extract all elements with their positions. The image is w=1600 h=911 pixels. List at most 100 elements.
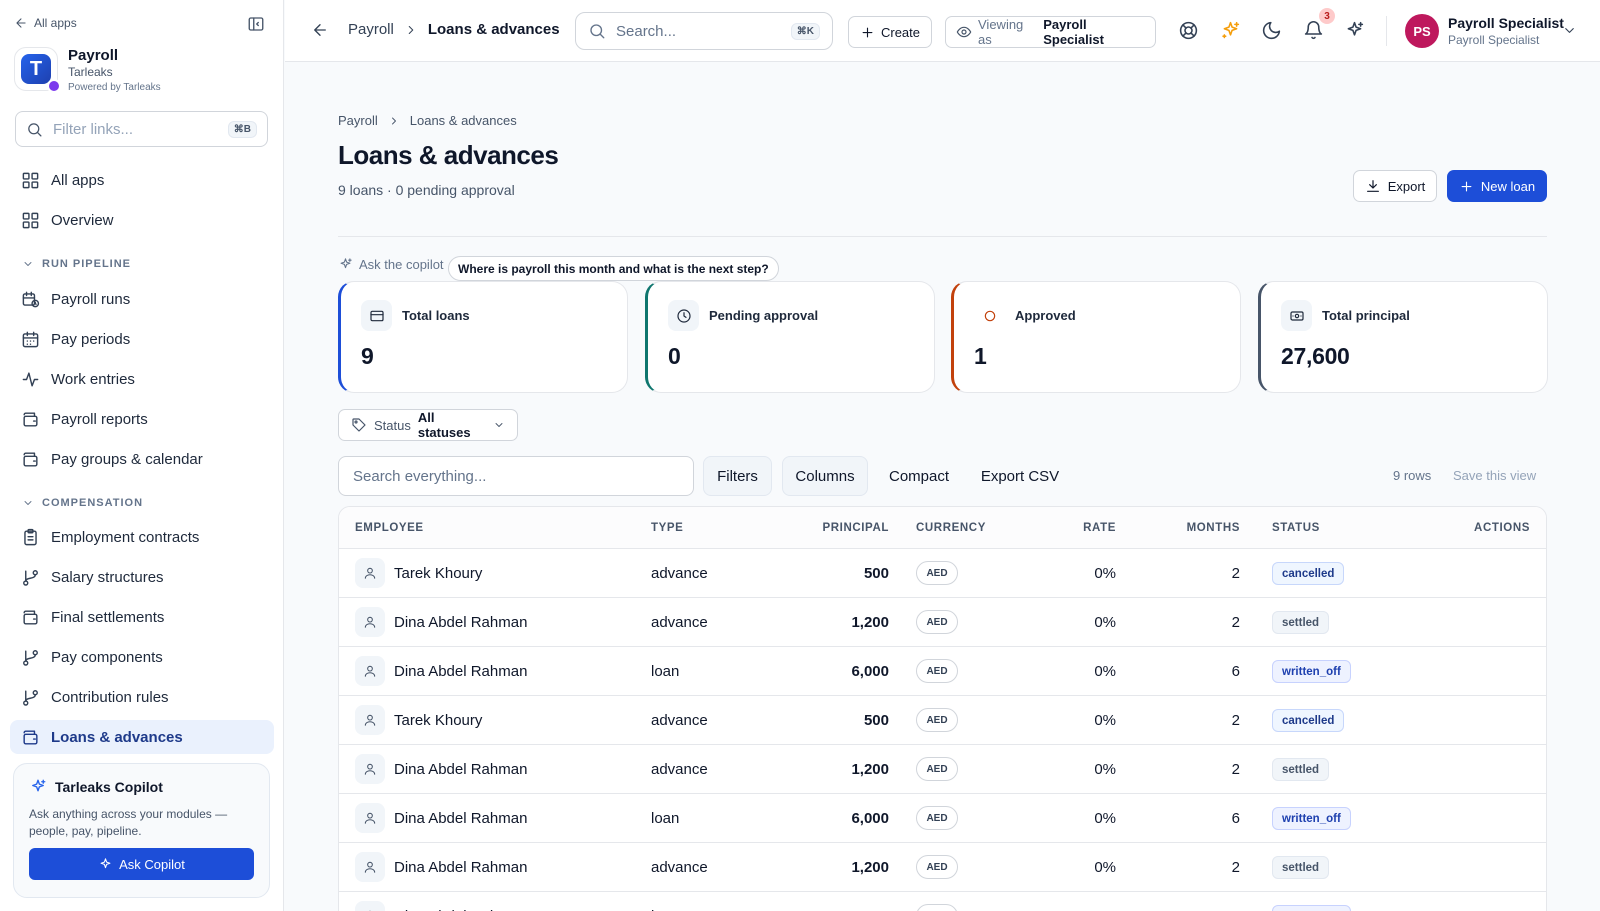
global-search-input[interactable]: Search... ⌘K bbox=[575, 12, 833, 50]
user-name: Payroll Specialist bbox=[1448, 15, 1564, 31]
cell-months: 2 bbox=[1231, 712, 1240, 729]
column-header-type[interactable]: TYPE bbox=[651, 522, 683, 534]
plus-icon bbox=[1459, 179, 1474, 194]
sidebar-item-overview[interactable]: Overview bbox=[10, 203, 274, 237]
new-loan-button[interactable]: New loan bbox=[1447, 170, 1547, 202]
copilot-suggestion-chip[interactable]: Where is payroll this month and what is … bbox=[448, 256, 779, 281]
sidebar-item-pay-periods[interactable]: Pay periods bbox=[10, 322, 274, 356]
sidebar-item-payroll-runs[interactable]: Payroll runs bbox=[10, 282, 274, 316]
chevron-down-icon bbox=[491, 419, 505, 431]
export-button[interactable]: Export bbox=[1353, 170, 1437, 202]
page-breadcrumb: Payroll Loans & advances bbox=[338, 113, 517, 128]
global-search-shortcut: ⌘K bbox=[790, 22, 820, 40]
filter-shortcut: ⌘B bbox=[227, 120, 257, 138]
highlights-button[interactable] bbox=[1220, 20, 1241, 41]
cell-employee[interactable]: Tarek Khoury bbox=[394, 565, 482, 582]
filter-links-placeholder: Filter links... bbox=[53, 120, 134, 138]
sidebar-item-salary-structures[interactable]: Salary structures bbox=[10, 560, 274, 594]
cell-type: advance bbox=[651, 761, 708, 778]
section-compensation[interactable]: COMPENSATION bbox=[22, 497, 143, 509]
brand-initial: T bbox=[21, 54, 51, 84]
stat-card-pending-approval: Pending approval 0 bbox=[645, 281, 935, 393]
sidebar-item-final-settlements[interactable]: Final settlements bbox=[10, 600, 274, 634]
table-row[interactable]: Dina Abdel Rahmanloan6,000AED0%6written_… bbox=[339, 892, 1546, 911]
notifications-button[interactable] bbox=[1303, 20, 1324, 41]
export-csv-button[interactable]: Export CSV bbox=[970, 456, 1070, 496]
column-header-currency[interactable]: CURRENCY bbox=[916, 522, 986, 534]
sidebar-item-label: Loans & advances bbox=[51, 728, 183, 746]
chevron-down-icon bbox=[1562, 23, 1577, 38]
sidebar-item-employment-contracts[interactable]: Employment contracts bbox=[10, 520, 274, 554]
sidebar-item-label: Work entries bbox=[51, 370, 135, 388]
column-header-status[interactable]: STATUS bbox=[1272, 522, 1320, 534]
cell-employee[interactable]: Tarek Khoury bbox=[394, 712, 482, 729]
status-filter-dropdown[interactable]: Status All statuses bbox=[338, 409, 518, 441]
table-row[interactable]: Dina Abdel Rahman advance 1,200 AED 0% 2 settl… bbox=[339, 598, 1546, 647]
user-menu[interactable]: Payroll Specialist Payroll Specialist bbox=[1448, 15, 1564, 47]
cell-principal: 500 bbox=[863, 712, 889, 729]
save-view-button[interactable]: Save this view bbox=[1453, 468, 1536, 483]
cell-employee[interactable]: Dina Abdel Rahman bbox=[394, 810, 527, 827]
user-menu-toggle[interactable] bbox=[1562, 23, 1577, 38]
table-row[interactable]: Dina Abdel Rahman advance 1,200 AED 0% 2 settl… bbox=[339, 745, 1546, 794]
help-button[interactable] bbox=[1178, 20, 1199, 41]
viewing-as-selector[interactable]: Viewing as Payroll Specialist bbox=[945, 16, 1156, 48]
create-button[interactable]: Create bbox=[848, 16, 932, 48]
sidebar-item-pay-groups[interactable]: Pay groups & calendar bbox=[10, 442, 274, 476]
copilot-button[interactable] bbox=[1344, 20, 1365, 41]
table-row[interactable]: Tarek Khoury advance 500 AED 0% 2 cancelled bbox=[339, 549, 1546, 598]
tag-icon bbox=[351, 417, 367, 433]
wallet-icon bbox=[21, 608, 40, 627]
ask-copilot-label: Ask the copilot bbox=[338, 257, 444, 272]
page-subtitle: 9 loans · 0 pending approval bbox=[338, 182, 515, 198]
global-search-placeholder: Search... bbox=[616, 22, 677, 40]
sidebar-item-work-entries[interactable]: Work entries bbox=[10, 362, 274, 396]
cell-months: 6 bbox=[1231, 810, 1240, 827]
cell-currency: AED bbox=[916, 659, 958, 683]
column-header-principal[interactable]: PRINCIPAL bbox=[822, 522, 889, 534]
table-row[interactable]: Dina Abdel Rahmanloan6,000AED0%6written_… bbox=[339, 647, 1546, 696]
breadcrumb-payroll[interactable]: Payroll bbox=[348, 21, 394, 38]
compact-button[interactable]: Compact bbox=[880, 456, 958, 496]
ask-copilot-button[interactable]: Ask Copilot bbox=[29, 848, 254, 880]
brand: T Payroll Tarleaks Powered by Tarleaks bbox=[14, 47, 161, 93]
sidebar-item-contribution-rules[interactable]: Contribution rules bbox=[10, 680, 274, 714]
sidebar-item-pay-components[interactable]: Pay components bbox=[10, 640, 274, 674]
sidebar-item-payroll-reports[interactable]: Payroll reports bbox=[10, 402, 274, 436]
avatar[interactable]: PS bbox=[1405, 14, 1439, 48]
sparkles-icon bbox=[98, 857, 113, 872]
chevron-down-icon bbox=[22, 258, 34, 270]
back-button[interactable] bbox=[311, 21, 329, 39]
columns-button[interactable]: Columns bbox=[782, 456, 868, 496]
column-header-months[interactable]: MONTHS bbox=[1187, 522, 1240, 534]
all-apps-link[interactable]: All apps bbox=[14, 16, 77, 30]
page-breadcrumb-current: Loans & advances bbox=[409, 113, 517, 128]
sidebar-item-loans-advances[interactable]: Loans & advances bbox=[10, 720, 274, 754]
theme-toggle-button[interactable] bbox=[1261, 20, 1282, 41]
collapse-sidebar-button[interactable] bbox=[247, 15, 265, 33]
filter-links-input[interactable]: Filter links... ⌘B bbox=[15, 111, 268, 147]
page-breadcrumb-payroll[interactable]: Payroll bbox=[338, 113, 378, 128]
column-header-rate[interactable]: RATE bbox=[1083, 522, 1116, 534]
status-badge: written_off bbox=[1272, 660, 1351, 683]
cell-employee[interactable]: Dina Abdel Rahman bbox=[394, 761, 527, 778]
copilot-title: Tarleaks Copilot bbox=[55, 779, 163, 795]
sidebar-item-all-apps[interactable]: All apps bbox=[10, 163, 274, 197]
column-header-employee[interactable]: EMPLOYEE bbox=[355, 522, 424, 534]
table-search-input[interactable]: Search everything... bbox=[338, 456, 694, 496]
cell-currency: AED bbox=[916, 806, 958, 830]
section-run-pipeline[interactable]: RUN PIPELINE bbox=[22, 258, 131, 270]
table-row[interactable]: Dina Abdel Rahmanloan6,000AED0%6written_… bbox=[339, 794, 1546, 843]
chevron-down-icon bbox=[22, 497, 34, 509]
cell-employee[interactable]: Dina Abdel Rahman bbox=[394, 614, 527, 631]
table-row[interactable]: Dina Abdel Rahman advance 1,200 AED 0% 2 settl… bbox=[339, 843, 1546, 892]
cell-employee[interactable]: Dina Abdel Rahman bbox=[394, 859, 527, 876]
table-row[interactable]: Tarek Khoury advance 500 AED 0% 2 cancelled bbox=[339, 696, 1546, 745]
cell-employee[interactable]: Dina Abdel Rahman bbox=[394, 663, 527, 680]
cell-months: 2 bbox=[1231, 565, 1240, 582]
stat-label: Total loans bbox=[402, 308, 470, 323]
sidebar-item-label: Salary structures bbox=[51, 568, 164, 586]
filters-button[interactable]: Filters bbox=[703, 456, 772, 496]
wallet-icon bbox=[21, 728, 40, 747]
cell-rate: 0% bbox=[1094, 810, 1116, 827]
